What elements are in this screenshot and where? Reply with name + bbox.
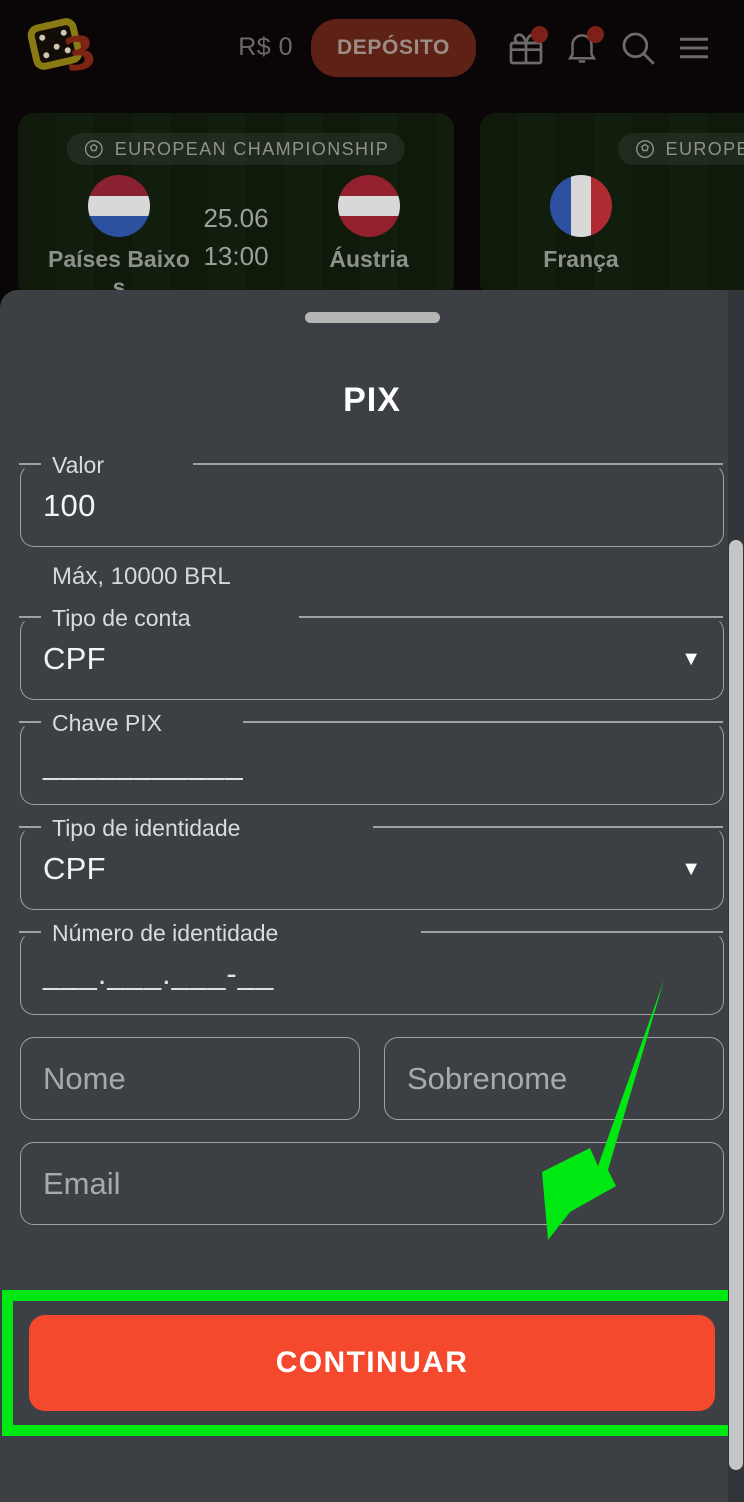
numero-de-identidade-input[interactable]: ___.___.___-__ xyxy=(43,956,274,992)
chevron-down-icon[interactable]: ▼ xyxy=(681,859,701,879)
match-card[interactable]: EUROPEAN CHAMPIONSHIP França 25.06 13:00 xyxy=(480,113,744,298)
notch-right xyxy=(243,721,723,723)
site-header: 3 R$ 0 DEPÓSITO xyxy=(0,0,744,95)
email-field[interactable]: Email xyxy=(20,1142,724,1225)
nome-field[interactable]: Nome xyxy=(20,1037,360,1120)
league-name: EUROPEAN CHAMPIONSHIP xyxy=(114,138,390,159)
email-placeholder: Email xyxy=(43,1165,121,1201)
logo-three-glyph: 3 xyxy=(59,23,101,83)
match-time-value: 13:00 xyxy=(203,241,269,271)
away-team-name: Áustria xyxy=(329,246,409,272)
match-card[interactable]: EUROPEAN CHAMPIONSHIP Países Baixos 25.0… xyxy=(18,113,454,298)
valor-label-wrap: Valor xyxy=(43,452,113,479)
scrollbar-thumb[interactable] xyxy=(729,540,743,1470)
valor-field[interactable]: Valor 100 xyxy=(19,452,724,547)
balance-amount: R$ 0 xyxy=(238,33,294,61)
notch-right xyxy=(421,931,723,933)
chave-pix-label: Chave PIX xyxy=(43,710,171,737)
chave-pix-input[interactable]: ___________ xyxy=(43,746,244,782)
soccer-ball-icon xyxy=(84,140,103,158)
search-icon[interactable] xyxy=(610,20,666,76)
home-team: Países Baixos xyxy=(44,175,194,298)
cta-area: CONTINUAR xyxy=(0,1290,744,1436)
b3-dice-logo[interactable]: 3 xyxy=(25,15,123,83)
notch-right xyxy=(193,463,723,465)
league-badge: EUROPEAN CHAMPIONSHIP xyxy=(617,133,744,165)
notch-left xyxy=(19,931,42,933)
chave-pix-label-wrap: Chave PIX xyxy=(43,710,171,737)
tipo-de-conta-label: Tipo de conta xyxy=(43,605,200,632)
tipo-de-identidade-value: CPF xyxy=(43,850,106,886)
pix-deposit-sheet: PIX Valor 100 Máx, 10000 BRL Tipo de con… xyxy=(0,290,744,1502)
soccer-ball-icon xyxy=(635,140,654,158)
deposit-button[interactable]: DEPÓSITO xyxy=(311,18,476,77)
home-team-name: França xyxy=(543,246,619,272)
away-team: Áustria xyxy=(294,175,444,273)
notch-right xyxy=(373,826,723,828)
highlight-box: CONTINUAR xyxy=(2,1290,742,1436)
tipo-de-identidade-label: Tipo de identidade xyxy=(43,815,250,842)
home-team: França xyxy=(506,175,656,273)
match-date: 25.06 xyxy=(203,203,269,233)
chave-pix-field[interactable]: Chave PIX ___________ xyxy=(19,710,724,805)
bell-badge xyxy=(587,25,604,43)
header-actions: R$ 0 DEPÓSITO xyxy=(238,18,744,77)
sheet-drag-handle[interactable] xyxy=(304,312,440,323)
valor-input[interactable]: 100 xyxy=(43,488,96,524)
nome-placeholder: Nome xyxy=(43,1060,126,1096)
league-name: EUROPEAN CHAMPIONSHIP xyxy=(665,138,744,159)
notch-left xyxy=(19,826,42,828)
menu-icon[interactable] xyxy=(666,20,722,76)
scrollbar-track[interactable] xyxy=(728,290,744,1502)
continue-button[interactable]: CONTINUAR xyxy=(29,1315,715,1411)
valor-helper-text: Máx, 10000 BRL xyxy=(52,563,231,590)
pix-form: Valor 100 Máx, 10000 BRL Tipo de conta C… xyxy=(0,452,744,1225)
notch-left xyxy=(19,616,42,618)
match-datetime: 25.06 13:00 xyxy=(203,199,268,275)
tipo-de-conta-value: CPF xyxy=(43,640,106,676)
sobrenome-field[interactable]: Sobrenome xyxy=(384,1037,724,1120)
numero-de-identidade-label-wrap: Número de identidade xyxy=(43,920,288,947)
notch-left xyxy=(19,721,42,723)
sobrenome-placeholder: Sobrenome xyxy=(407,1060,568,1096)
flag-france xyxy=(550,175,612,237)
flag-austria xyxy=(338,175,400,237)
name-fields-row: Nome Sobrenome xyxy=(20,1037,724,1142)
flag-netherlands xyxy=(88,175,150,237)
numero-de-identidade-field[interactable]: Número de identidade ___.___.___-__ xyxy=(19,920,724,1015)
chevron-down-icon[interactable]: ▼ xyxy=(681,649,701,669)
page-title: PIX xyxy=(343,381,401,419)
tipo-de-identidade-select[interactable]: Tipo de identidade CPF ▼ xyxy=(19,815,724,910)
tipo-de-conta-select[interactable]: Tipo de conta CPF ▼ xyxy=(19,605,724,700)
gift-icon[interactable] xyxy=(498,20,554,76)
matches-carousel[interactable]: EUROPEAN CHAMPIONSHIP Países Baixos 25.0… xyxy=(0,113,744,303)
league-badge: EUROPEAN CHAMPIONSHIP xyxy=(66,133,406,165)
bell-icon[interactable] xyxy=(554,20,610,76)
numero-de-identidade-label: Número de identidade xyxy=(43,920,288,947)
notch-left xyxy=(19,463,42,465)
tipo-de-conta-label-wrap: Tipo de conta xyxy=(43,605,200,632)
notch-right xyxy=(299,616,723,618)
gift-badge xyxy=(531,25,548,43)
valor-label: Valor xyxy=(43,452,113,479)
tipo-de-identidade-label-wrap: Tipo de identidade xyxy=(43,815,250,842)
